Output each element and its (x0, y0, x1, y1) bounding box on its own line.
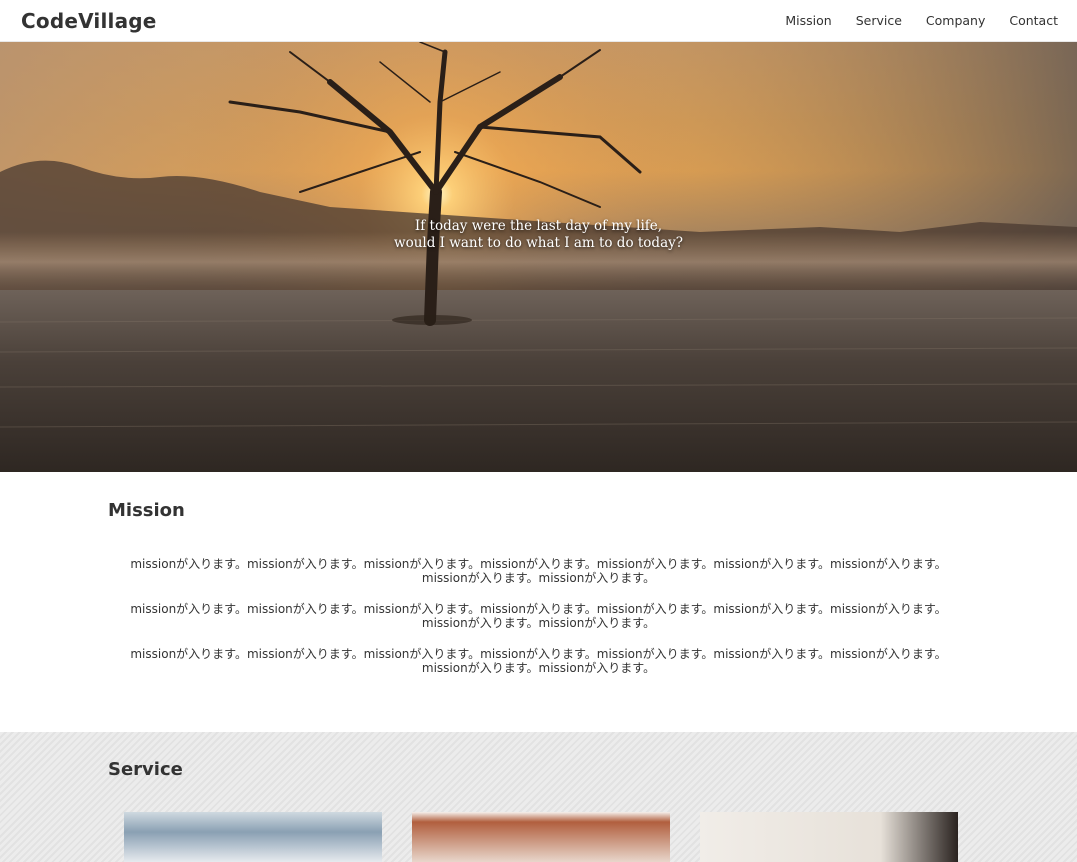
service-cards (124, 812, 958, 862)
nav-link-contact[interactable]: Contact (1009, 13, 1058, 28)
nav-link-company[interactable]: Company (926, 13, 985, 28)
mission-paragraph: missionが入ります。missionが入ります。missionが入ります。m… (130, 602, 947, 630)
service-title: Service (108, 759, 183, 780)
mission-title: Mission (108, 500, 185, 521)
service-card-image[interactable] (700, 812, 958, 862)
hero-quote: If today were the last day of my life, w… (0, 218, 1077, 252)
hero-quote-line-1: If today were the last day of my life, (414, 218, 663, 234)
service-section: Service (0, 732, 1077, 862)
site-logo[interactable]: CodeVillage (21, 9, 157, 33)
service-card-image[interactable] (412, 812, 670, 862)
hero-quote-line-2: would I want to do what I am to do today… (394, 235, 683, 251)
service-card-image[interactable] (124, 812, 382, 862)
mission-section: Mission missionが入ります。missionが入ります。missio… (0, 472, 1077, 732)
nav-link-service[interactable]: Service (856, 13, 902, 28)
site-header: CodeVillage Mission Service Company Cont… (0, 0, 1077, 42)
mission-paragraph: missionが入ります。missionが入ります。missionが入ります。m… (130, 647, 947, 675)
mission-paragraph: missionが入ります。missionが入ります。missionが入ります。m… (130, 557, 947, 585)
hero-landscape-illustration (0, 42, 1077, 472)
nav-link-mission[interactable]: Mission (785, 13, 831, 28)
main-nav: Mission Service Company Contact (785, 13, 1058, 28)
hero-image: If today were the last day of my life, w… (0, 42, 1077, 472)
